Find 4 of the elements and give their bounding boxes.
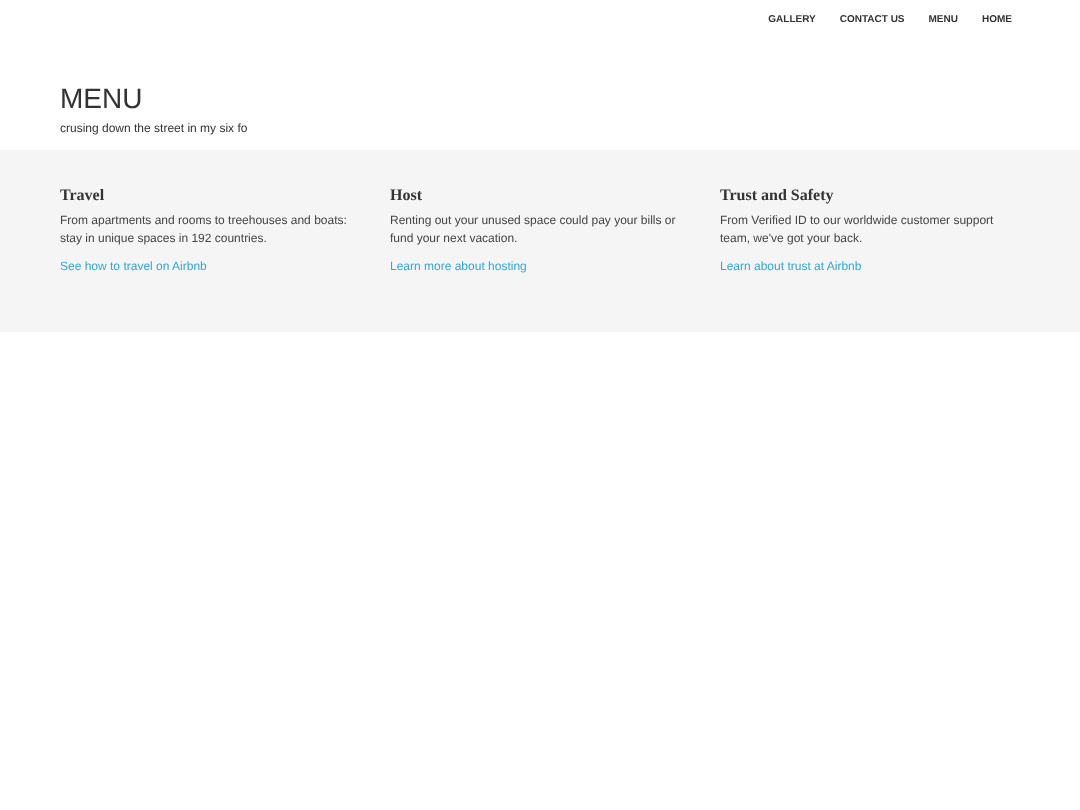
feature-title: Host [390, 183, 424, 207]
feature-title: Travel [60, 183, 107, 207]
feature-title: Trust and Safety [720, 183, 836, 207]
page-title: MENU [60, 81, 145, 115]
